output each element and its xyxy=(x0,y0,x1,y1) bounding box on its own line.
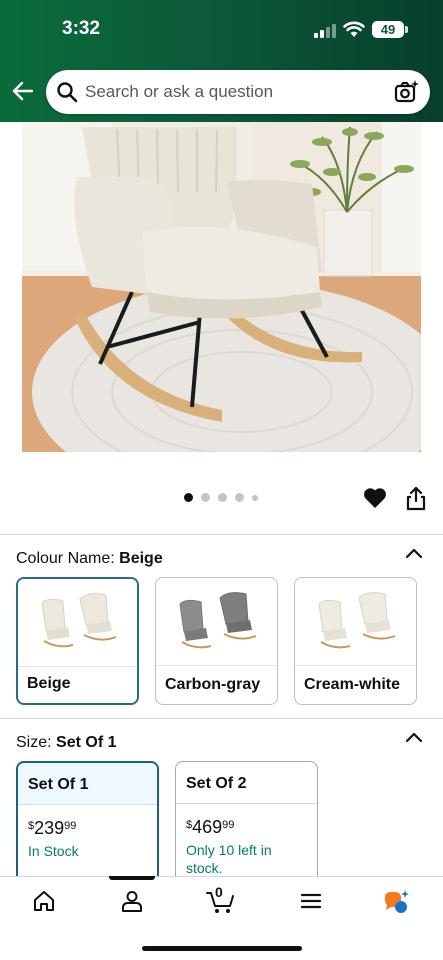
rufus-assistant-icon[interactable] xyxy=(382,889,410,915)
colour-name-row: Colour Name: Beige xyxy=(16,550,163,568)
carousel-dot[interactable] xyxy=(235,493,244,502)
share-icon[interactable] xyxy=(405,486,427,512)
carousel-dot[interactable] xyxy=(218,493,227,502)
product-page: 3:32 49 Search or ask a question Colour … xyxy=(0,0,443,960)
product-image[interactable] xyxy=(22,122,421,452)
swatch-label: Cream-white xyxy=(304,676,401,693)
swatch-label: Beige xyxy=(27,675,71,692)
availability-text: Only 10 left in stock. xyxy=(186,842,272,876)
battery-indicator: 49 xyxy=(372,21,404,38)
size-option-header: Set Of 1 xyxy=(18,763,157,805)
back-arrow-icon[interactable] xyxy=(10,78,36,104)
swatch-image xyxy=(156,578,277,666)
carousel-dot[interactable] xyxy=(252,494,258,501)
size-row: Size: Set Of 1 xyxy=(16,734,117,752)
swatch-image xyxy=(295,578,416,666)
app-header: 3:32 49 Search or ask a question xyxy=(0,0,443,122)
availability-text: In Stock xyxy=(28,843,79,859)
colour-swatch-carbon-gray[interactable]: Carbon-gray xyxy=(155,577,278,705)
cellular-signal-icon xyxy=(314,24,338,38)
colour-selected-value: Beige xyxy=(119,550,163,567)
heart-icon[interactable] xyxy=(362,486,388,510)
status-time: 3:32 xyxy=(62,18,101,39)
cart-button[interactable]: 0 xyxy=(206,884,236,915)
size-option-label: Set Of 2 xyxy=(186,775,247,792)
carousel-dot-active[interactable] xyxy=(184,493,193,502)
size-option-header: Set Of 2 xyxy=(176,762,317,804)
swatch-image xyxy=(18,579,137,667)
chevron-up-icon[interactable] xyxy=(404,546,424,560)
colour-name-label: Colour Name: xyxy=(16,550,115,567)
section-divider xyxy=(0,534,443,535)
size-option-label: Set Of 1 xyxy=(28,776,89,793)
account-icon[interactable] xyxy=(120,889,144,913)
size-option-set-of-2[interactable]: Set Of 2 $46999 Only 10 left in stock. xyxy=(175,761,318,891)
size-selected-value: Set Of 1 xyxy=(56,734,117,751)
menu-icon[interactable] xyxy=(299,889,323,913)
home-indicator-bar xyxy=(142,946,302,951)
search-bar[interactable]: Search or ask a question xyxy=(46,70,430,114)
camera-search-icon[interactable] xyxy=(393,79,419,105)
carousel-dot[interactable] xyxy=(201,493,210,502)
search-icon xyxy=(57,82,78,103)
colour-swatch-beige[interactable]: Beige xyxy=(16,577,139,705)
search-input[interactable]: Search or ask a question xyxy=(85,82,273,102)
size-option-price: $46999 xyxy=(186,817,235,837)
size-label: Size: xyxy=(16,734,52,751)
wifi-icon xyxy=(343,21,365,37)
battery-tip xyxy=(405,26,408,33)
size-option-set-of-1[interactable]: Set Of 1 $23999 In Stock xyxy=(16,761,159,891)
swatch-label: Carbon-gray xyxy=(165,676,261,693)
home-icon[interactable] xyxy=(32,889,56,913)
colour-swatch-cream-white[interactable]: Cream-white xyxy=(294,577,417,705)
chevron-up-icon[interactable] xyxy=(404,730,424,744)
active-tab-indicator xyxy=(109,876,155,880)
section-divider xyxy=(0,718,443,719)
size-option-price: $23999 xyxy=(28,818,77,838)
rocking-chair-photo xyxy=(22,122,421,452)
cart-count: 0 xyxy=(215,884,223,900)
bottom-navigation: 0 xyxy=(0,876,443,960)
